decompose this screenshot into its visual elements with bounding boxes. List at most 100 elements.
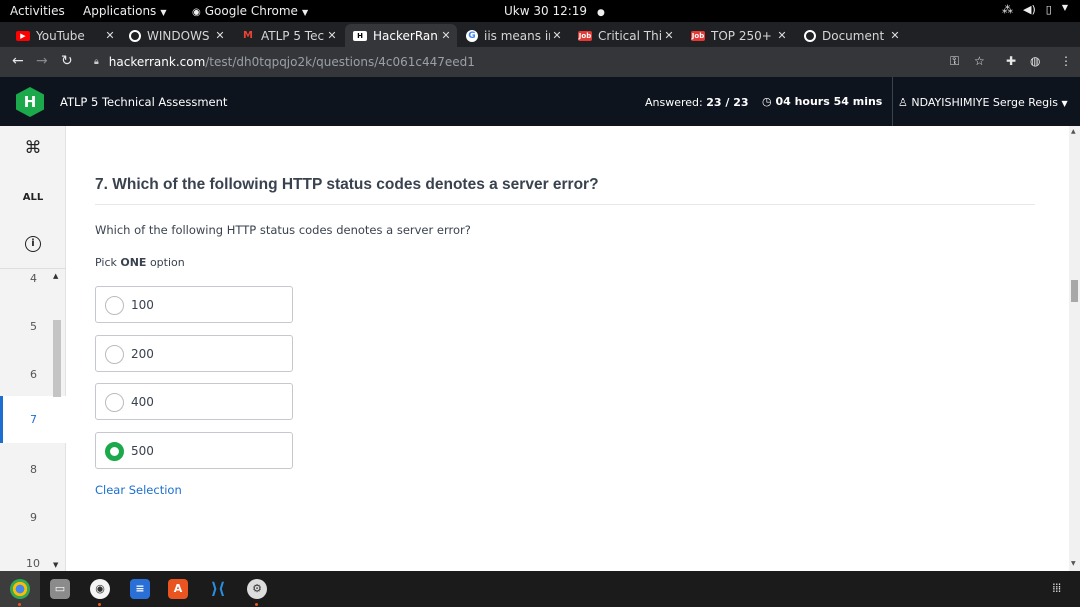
profile-avatar-icon[interactable]: ◍ [1030, 54, 1040, 68]
chevron-down-icon: ▼ [1061, 3, 1068, 12]
settings-icon[interactable]: ⚙ [247, 579, 267, 599]
scrollbar-thumb[interactable] [1071, 280, 1078, 302]
answered-value: 23 / 23 [706, 96, 749, 109]
all-questions-button[interactable]: ALL [0, 192, 66, 203]
tab-hackerrank[interactable]: H HackerRank ✕ [345, 24, 457, 47]
system-top-bar: Activities Applications ▼ ◉ Google Chrome ▼… [0, 0, 1080, 22]
test-title: ATLP 5 Technical Assessment [60, 95, 228, 109]
header-divider [892, 77, 893, 126]
app-name-label: Google Chrome [204, 4, 298, 18]
tab-windows[interactable]: WINDOWS ✕ [121, 24, 231, 47]
applications-label: Applications [83, 4, 157, 18]
scroll-up-icon[interactable]: ▲ [1071, 128, 1076, 135]
test-header: H ATLP 5 Technical Assessment Answered: … [0, 77, 1080, 126]
close-icon[interactable]: ✕ [775, 29, 789, 42]
rhythmbox-icon[interactable]: ◉ [90, 579, 110, 599]
vscode-icon[interactable]: ⟩⟨ [208, 579, 228, 599]
question-body: Which of the following HTTP status codes… [95, 223, 471, 237]
tab-strip: ▶ YouTube ✕ WINDOWS ✕ M ATLP 5 Tech ✕ H … [0, 22, 1080, 66]
app-menu-chrome[interactable]: ◉ Google Chrome ▼ [192, 4, 308, 18]
lock-icon: 🔒︎ [94, 57, 99, 67]
radio-button[interactable] [105, 393, 124, 412]
question-nav-item-active[interactable]: 7 [0, 396, 66, 443]
option-400[interactable]: 400 [95, 383, 293, 420]
chrome-mini-icon: ◉ [192, 7, 201, 18]
tab-youtube[interactable]: ▶ YouTube ✕ [8, 24, 121, 47]
forward-icon[interactable]: → [36, 53, 48, 69]
browser-toolbar: ← → ↻ 🔒︎ hackerrank.com/test/dh0tqpqjo2k… [0, 47, 1080, 77]
main-scrollbar[interactable]: ▲ ▼ [1069, 126, 1080, 571]
close-icon[interactable]: ✕ [325, 29, 339, 42]
extensions-icon[interactable]: ✚ [1006, 54, 1016, 68]
pick-instruction: Pick ONE option [95, 256, 185, 269]
running-indicator [255, 603, 258, 606]
clock[interactable]: Ukw 30 12:19 ● [504, 4, 605, 18]
pick-suffix: option [149, 256, 185, 269]
datetime-label: Ukw 30 12:19 [504, 4, 588, 18]
dock: ▭ ◉ ≡ A ⟩⟨ ⚙ ⁞⁞⁞ [0, 571, 1080, 607]
close-icon[interactable]: ✕ [439, 29, 453, 42]
option-100[interactable]: 100 [95, 286, 293, 323]
volume-icon: ◀) [1023, 3, 1036, 16]
job-icon: Job [691, 30, 705, 41]
tab-document[interactable]: Document ✕ [796, 24, 906, 47]
scroll-down-icon[interactable]: ▼ [1071, 560, 1076, 567]
applications-menu[interactable]: Applications ▼ [83, 4, 166, 18]
close-icon[interactable]: ✕ [550, 29, 564, 42]
system-tray[interactable]: ⁂ ◀) ▯ ▼ [1002, 3, 1068, 16]
question-nav-item[interactable]: 4 [0, 272, 66, 285]
files-icon[interactable]: ▭ [50, 579, 70, 599]
info-icon[interactable]: i [25, 236, 41, 252]
close-icon[interactable]: ✕ [103, 29, 117, 42]
hackerrank-logo[interactable]: H [16, 87, 44, 117]
key-icon[interactable]: ⚿ [950, 54, 959, 69]
chevron-down-icon: ▼ [1061, 99, 1068, 108]
url-host: hackerrank.com [108, 55, 206, 69]
reload-icon[interactable]: ↻ [61, 53, 73, 69]
writer-icon[interactable]: ≡ [130, 579, 150, 599]
radio-button-selected[interactable] [105, 442, 124, 461]
tab-critical-thinking[interactable]: Job TOP 250+ A Critical Thi ✕ [570, 24, 680, 47]
sidebar-scrollbar[interactable] [53, 320, 61, 397]
close-icon[interactable]: ✕ [662, 29, 676, 42]
option-label: 100 [131, 298, 154, 312]
tab-title: iis means in [484, 28, 550, 43]
option-label: 500 [131, 444, 154, 458]
option-200[interactable]: 200 [95, 335, 293, 372]
google-icon: G [466, 29, 478, 42]
answered-counter: Answered: 23 / 23 [645, 96, 749, 109]
clock-icon: ◷ [762, 95, 772, 108]
user-menu[interactable]: ♙ NDAYISHIMIYE Serge Regis ▼ [898, 96, 1068, 109]
scroll-down-icon[interactable]: ▼ [53, 561, 58, 569]
question-nav-item[interactable]: 9 [0, 511, 66, 524]
back-icon[interactable]: ← [12, 53, 24, 69]
question-panel: 7. Which of the following HTTP status co… [67, 126, 1067, 571]
divider [95, 204, 1035, 205]
answered-label: Answered: [645, 96, 703, 109]
chrome-icon[interactable] [10, 579, 30, 599]
kebab-menu-icon[interactable]: ⋮ [1060, 54, 1072, 68]
bookmark-star-icon[interactable]: ☆ [974, 54, 985, 68]
address-bar[interactable]: 🔒︎ hackerrank.com/test/dh0tqpqjo2k/quest… [86, 50, 998, 74]
pick-emphasis: ONE [120, 256, 147, 269]
youtube-icon: ▶ [16, 30, 30, 41]
option-500[interactable]: 500 [95, 432, 293, 469]
activities-button[interactable]: Activities [10, 4, 65, 18]
close-icon[interactable]: ✕ [213, 29, 227, 42]
user-icon: ♙ [898, 96, 908, 109]
software-center-icon[interactable]: A [168, 579, 188, 599]
question-nav-item[interactable]: 8 [0, 463, 66, 476]
job-icon: Job [578, 30, 592, 41]
tab-google-search[interactable]: G iis means in ✕ [458, 24, 568, 47]
clear-selection-link[interactable]: Clear Selection [95, 483, 182, 497]
show-apps-icon[interactable]: ⁞⁞⁞ [1052, 581, 1062, 595]
close-icon[interactable]: ✕ [888, 29, 902, 42]
radio-button[interactable] [105, 345, 124, 364]
tab-top-250[interactable]: Job TOP 250+ A ✕ [683, 24, 793, 47]
tab-gmail[interactable]: M ATLP 5 Tech ✕ [233, 24, 343, 47]
tab-title: HackerRank [373, 28, 439, 43]
command-icon[interactable]: ⌘ [0, 138, 66, 158]
tab-title: YouTube [36, 28, 85, 43]
radio-button[interactable] [105, 296, 124, 315]
battery-icon: ▯ [1045, 3, 1052, 16]
